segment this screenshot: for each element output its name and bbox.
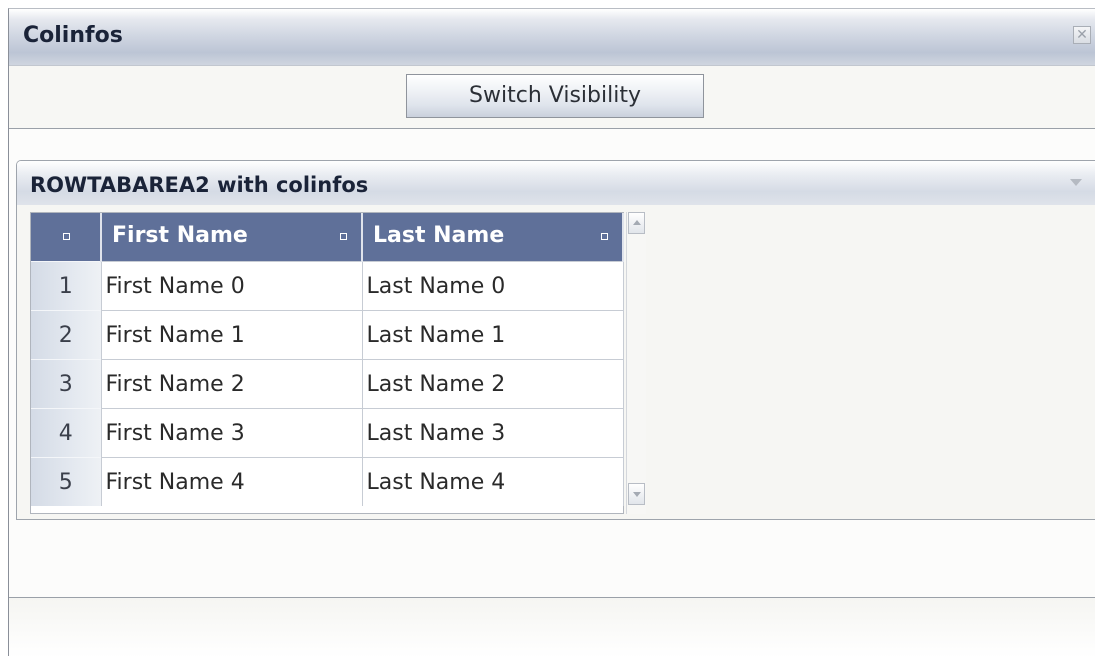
grid-table: First Name Last Name 1 First Name 0 Last… xyxy=(31,213,624,506)
select-all-checkbox-icon[interactable] xyxy=(63,233,70,240)
row-index-cell[interactable]: 5 xyxy=(31,457,102,506)
row-index-cell[interactable]: 3 xyxy=(31,359,102,409)
table-row[interactable]: 3 First Name 2 Last Name 2 xyxy=(31,359,624,409)
window-titlebar: Colinfos ✕ xyxy=(9,9,1095,66)
close-icon[interactable]: ✕ xyxy=(1073,26,1091,44)
chevron-down-icon[interactable] xyxy=(1070,179,1082,186)
column-header-first-name[interactable]: First Name xyxy=(101,213,363,262)
last-name-cell[interactable]: Last Name 4 xyxy=(362,457,624,506)
table-row[interactable]: 1 First Name 0 Last Name 0 xyxy=(31,261,624,311)
row-index-cell[interactable]: 1 xyxy=(31,261,102,311)
table-row[interactable]: 5 First Name 4 Last Name 4 xyxy=(31,457,624,506)
table-row[interactable]: 4 First Name 3 Last Name 3 xyxy=(31,408,624,458)
status-bar xyxy=(9,597,1095,656)
window-title: Colinfos xyxy=(23,23,123,48)
toolbar: Switch Visibility xyxy=(9,66,1095,129)
first-name-cell[interactable]: First Name 4 xyxy=(101,457,363,506)
scroll-down-icon[interactable] xyxy=(628,483,645,505)
row-index-cell[interactable]: 2 xyxy=(31,310,102,360)
content-area: ROWTABAREA2 with colinfos First Name Las… xyxy=(9,129,1095,597)
first-name-cell[interactable]: First Name 1 xyxy=(101,310,363,360)
rowtabarea: ROWTABAREA2 with colinfos First Name Las… xyxy=(16,160,1095,520)
vertical-scrollbar[interactable] xyxy=(626,212,646,514)
switch-visibility-button[interactable]: Switch Visibility xyxy=(406,74,704,118)
column-header-last-name[interactable]: Last Name xyxy=(362,213,624,262)
colinfos-window: Colinfos ✕ Switch Visibility ROWTABAREA2… xyxy=(8,8,1095,656)
last-name-cell[interactable]: Last Name 2 xyxy=(362,359,624,409)
data-grid: First Name Last Name 1 First Name 0 Last… xyxy=(30,212,624,514)
column-header-label: Last Name xyxy=(373,223,505,248)
last-name-cell[interactable]: Last Name 3 xyxy=(362,408,624,458)
first-name-cell[interactable]: First Name 0 xyxy=(101,261,363,311)
first-name-cell[interactable]: First Name 2 xyxy=(101,359,363,409)
column-select-icon[interactable] xyxy=(340,233,347,240)
scroll-up-icon[interactable] xyxy=(628,212,645,234)
column-header-label: First Name xyxy=(112,223,248,248)
first-name-cell[interactable]: First Name 3 xyxy=(101,408,363,458)
table-row[interactable]: 2 First Name 1 Last Name 1 xyxy=(31,310,624,360)
row-index-cell[interactable]: 4 xyxy=(31,408,102,458)
column-select-icon[interactable] xyxy=(601,233,608,240)
last-name-cell[interactable]: Last Name 1 xyxy=(362,310,624,360)
rowtabarea-title: ROWTABAREA2 with colinfos xyxy=(30,173,369,197)
select-all-column-header[interactable] xyxy=(31,213,102,262)
grid-header-row: First Name Last Name xyxy=(31,213,624,262)
last-name-cell[interactable]: Last Name 0 xyxy=(362,261,624,311)
rowtabarea-header[interactable]: ROWTABAREA2 with colinfos xyxy=(17,161,1095,205)
